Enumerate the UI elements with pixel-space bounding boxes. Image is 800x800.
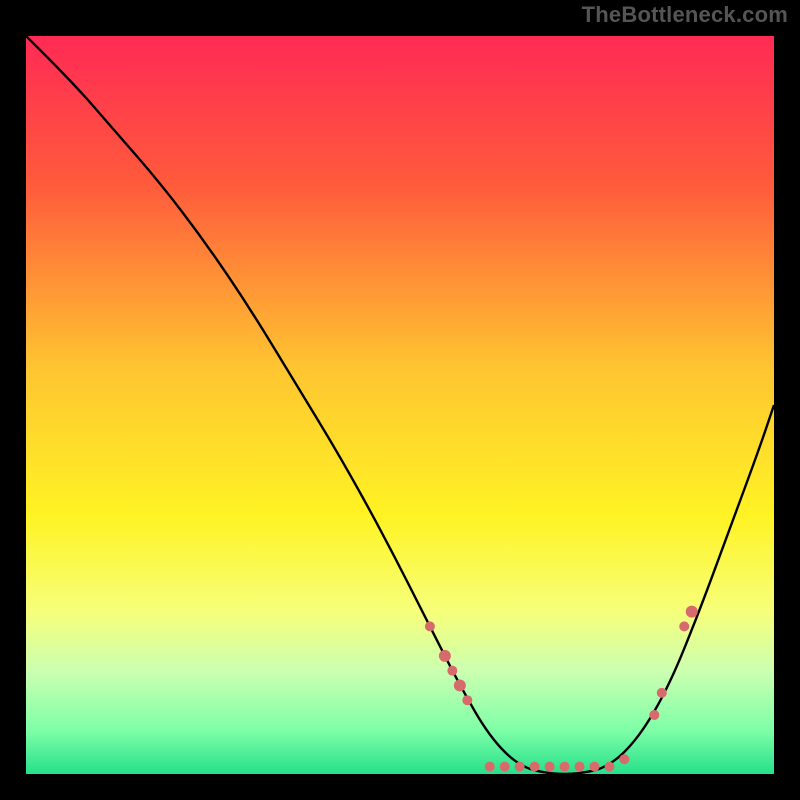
marker-point bbox=[425, 621, 435, 631]
marker-point bbox=[619, 754, 629, 764]
marker-point bbox=[454, 679, 466, 691]
marker-point bbox=[604, 762, 614, 772]
marker-point bbox=[545, 762, 555, 772]
marker-point bbox=[575, 762, 585, 772]
marker-point bbox=[447, 666, 457, 676]
marker-point bbox=[686, 606, 698, 618]
marker-point bbox=[515, 762, 525, 772]
marker-point bbox=[589, 762, 599, 772]
bottleneck-chart bbox=[12, 12, 788, 788]
marker-point bbox=[462, 695, 472, 705]
marker-point bbox=[530, 762, 540, 772]
chart-frame bbox=[12, 12, 788, 788]
marker-point bbox=[649, 710, 659, 720]
marker-point bbox=[500, 762, 510, 772]
marker-point bbox=[439, 650, 451, 662]
marker-point bbox=[485, 762, 495, 772]
marker-point bbox=[679, 621, 689, 631]
gradient-background bbox=[26, 36, 774, 774]
watermark: TheBottleneck.com bbox=[582, 2, 788, 28]
marker-point bbox=[560, 762, 570, 772]
marker-point bbox=[657, 688, 667, 698]
